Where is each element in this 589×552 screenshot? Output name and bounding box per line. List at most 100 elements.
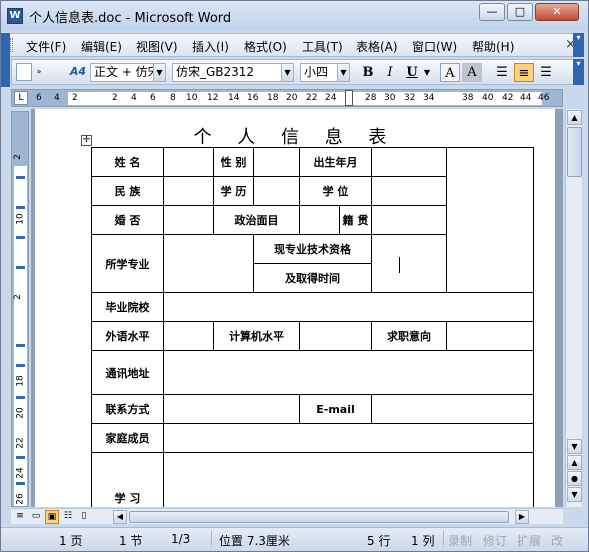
- close-button[interactable]: ✕: [535, 3, 579, 21]
- normal-view-icon[interactable]: ≡: [13, 510, 27, 524]
- chevron-down-icon[interactable]: ▼: [422, 63, 432, 82]
- photo-cell[interactable]: [446, 147, 534, 293]
- label-birth: 出生年月: [299, 147, 372, 177]
- input-marital[interactable]: [163, 205, 214, 235]
- style-select[interactable]: 正文 + 仿宋 ▼: [90, 63, 166, 82]
- input-gender[interactable]: [253, 147, 300, 177]
- scroll-up-icon[interactable]: ▲: [567, 110, 582, 125]
- ruler-number: 46: [538, 93, 550, 103]
- menu-help[interactable]: 帮助(H): [472, 38, 514, 55]
- horizontal-scroll-thumb[interactable]: [129, 511, 509, 523]
- table-move-handle-icon[interactable]: ✛: [81, 135, 92, 146]
- outline-view-icon[interactable]: ☷: [61, 510, 75, 524]
- menu-bar: 文件(F) 编辑(E) 视图(V) 插入(I) 格式(O) 工具(T) 表格(A…: [5, 33, 583, 57]
- input-email[interactable]: [371, 394, 534, 424]
- new-document-icon[interactable]: [16, 63, 32, 81]
- table-row: 学 习: [91, 452, 534, 507]
- web-view-icon[interactable]: ▭: [29, 510, 43, 524]
- tab-selector[interactable]: L: [14, 91, 28, 105]
- scroll-thumb[interactable]: [567, 127, 582, 177]
- ruler-number: 26: [15, 493, 26, 505]
- menu-grip[interactable]: [10, 38, 13, 52]
- menu-insert[interactable]: 插入(I): [192, 38, 229, 55]
- scroll-down-icon[interactable]: ▼: [567, 439, 582, 454]
- input-birth[interactable]: [371, 147, 447, 177]
- minimize-button[interactable]: —: [479, 3, 505, 21]
- align-justify-icon[interactable]: ☰: [492, 63, 512, 82]
- input-family[interactable]: [163, 423, 534, 453]
- ruler-number: 6: [150, 93, 156, 103]
- menu-options-icon[interactable]: ▾: [573, 33, 584, 57]
- ruler-number: 32: [404, 93, 416, 103]
- input-major[interactable]: [163, 234, 254, 293]
- menu-file[interactable]: 文件(F): [26, 38, 66, 55]
- document-page[interactable]: 个 人 信 息 表 ✛ 姓 名 性 别 出生年月 民 族 学 历 学 位 婚 否…: [35, 109, 555, 507]
- menu-view[interactable]: 视图(V): [136, 38, 178, 55]
- reading-view-icon[interactable]: ▯: [77, 510, 91, 524]
- toolbar-overflow-icon[interactable]: »: [34, 63, 44, 81]
- status-track-changes[interactable]: 修订: [483, 532, 507, 549]
- font-size-select[interactable]: 小四 ▼: [300, 63, 350, 82]
- label-major: 所学专业: [91, 234, 164, 293]
- ruler-tick: [16, 176, 25, 179]
- menu-table[interactable]: 表格(A): [356, 38, 398, 55]
- status-overtype[interactable]: 改: [551, 532, 563, 549]
- previous-page-icon[interactable]: ▲: [567, 455, 582, 470]
- styles-pane-icon[interactable]: A4: [68, 63, 88, 81]
- print-view-icon[interactable]: ▣: [45, 510, 59, 524]
- char-border-button[interactable]: A: [440, 63, 460, 82]
- next-page-icon[interactable]: ▼: [567, 487, 582, 502]
- document-heading[interactable]: 个 人 信 息 表: [35, 123, 555, 149]
- bold-button[interactable]: B: [358, 63, 378, 82]
- label-contact: 联系方式: [91, 394, 164, 424]
- input-ethnic[interactable]: [163, 176, 214, 206]
- vertical-ruler[interactable]: 2 10 2 18 20 22 24 26: [11, 111, 29, 507]
- ruler-number: 24: [15, 467, 26, 479]
- ruler-number: 4: [131, 93, 137, 103]
- status-record[interactable]: 录制: [448, 532, 472, 549]
- menu-tools[interactable]: 工具(T): [302, 38, 343, 55]
- status-line: 5 行: [367, 534, 391, 548]
- toolbar-options-icon[interactable]: ▾: [573, 59, 584, 85]
- underline-button[interactable]: U: [402, 63, 422, 82]
- font-select[interactable]: 仿宋_GB2312 ▼: [172, 63, 294, 82]
- status-bar: 1 页 1 节 1/3 位置 7.3厘米 5 行 1 列 录制 修订 扩展 改: [1, 527, 588, 551]
- input-degree[interactable]: [371, 176, 447, 206]
- menu-format[interactable]: 格式(O): [244, 38, 287, 55]
- align-center-icon[interactable]: ≡: [514, 63, 534, 82]
- label-native: 籍 贯: [339, 205, 372, 235]
- status-extend[interactable]: 扩展: [517, 532, 541, 549]
- input-study[interactable]: [163, 452, 534, 507]
- info-table[interactable]: 姓 名 性 别 出生年月 民 族 学 历 学 位 婚 否 政治面目 籍 贯 所学…: [91, 147, 534, 507]
- maximize-button[interactable]: □: [507, 3, 533, 21]
- italic-button[interactable]: I: [380, 63, 400, 82]
- horizontal-scrollbar[interactable]: ≡ ▭ ▣ ☷ ▯ ◀ ▶: [11, 508, 563, 524]
- input-address[interactable]: [163, 350, 534, 395]
- scroll-right-icon[interactable]: ▶: [515, 510, 529, 524]
- align-right-icon[interactable]: ☰: [536, 63, 556, 82]
- input-qualification[interactable]: [371, 234, 447, 293]
- input-job-intent[interactable]: [446, 321, 534, 351]
- horizontal-ruler[interactable]: L 6 4 2 2 4 6 8 10 12 14 16 18 20 22 24 …: [11, 89, 563, 107]
- status-column: 1 列: [411, 534, 435, 548]
- status-pages: 1/3: [171, 532, 191, 546]
- input-contact[interactable]: [163, 394, 300, 424]
- ruler-number: 4: [54, 93, 60, 103]
- browse-object-icon[interactable]: ●: [567, 471, 582, 486]
- menu-window[interactable]: 窗口(W): [412, 38, 457, 55]
- input-school[interactable]: [163, 292, 534, 322]
- input-computer[interactable]: [299, 321, 372, 351]
- vertical-scrollbar[interactable]: ▲ ▼ ▲ ● ▼: [565, 109, 582, 507]
- word-app-icon[interactable]: W: [7, 8, 23, 24]
- input-native[interactable]: [371, 205, 447, 235]
- label-marital: 婚 否: [91, 205, 164, 235]
- char-shading-button[interactable]: A: [462, 63, 482, 82]
- menu-edit[interactable]: 编辑(E): [81, 38, 122, 55]
- input-name[interactable]: [163, 147, 214, 177]
- input-education[interactable]: [253, 176, 300, 206]
- indent-marker[interactable]: [345, 90, 353, 106]
- scroll-left-icon[interactable]: ◀: [113, 510, 127, 524]
- input-language[interactable]: [163, 321, 214, 351]
- input-political[interactable]: [299, 205, 340, 235]
- document-area[interactable]: 个 人 信 息 表 ✛ 姓 名 性 别 出生年月 民 族 学 历 学 位 婚 否…: [31, 109, 563, 507]
